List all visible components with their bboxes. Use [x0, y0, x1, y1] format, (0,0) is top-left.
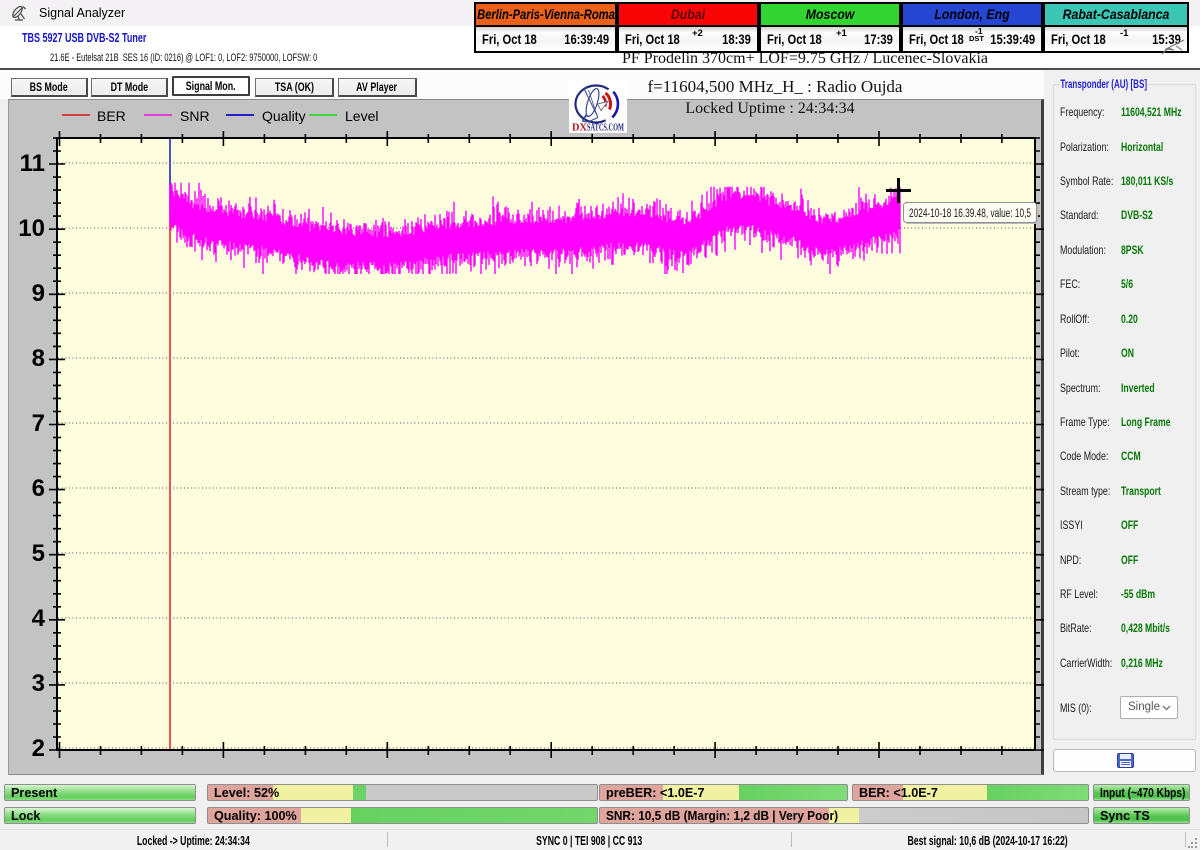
svg-text:DX: DX [572, 122, 587, 134]
svg-text:5: 5 [32, 540, 45, 567]
svg-text:SATCS.COM: SATCS.COM [587, 122, 624, 134]
svg-text:8: 8 [32, 345, 45, 372]
svg-text:9: 9 [32, 280, 45, 307]
svg-text:10: 10 [18, 215, 45, 242]
svg-text:2024-10-18 16.39.48, value: 10: 2024-10-18 16.39.48, value: 10,5 [909, 208, 1031, 220]
svg-text:2: 2 [32, 735, 45, 762]
svg-text:7: 7 [32, 410, 45, 437]
svg-text:4: 4 [32, 605, 46, 632]
svg-text:11: 11 [20, 150, 45, 177]
svg-text:3: 3 [32, 670, 45, 697]
svg-text:6: 6 [32, 475, 45, 502]
